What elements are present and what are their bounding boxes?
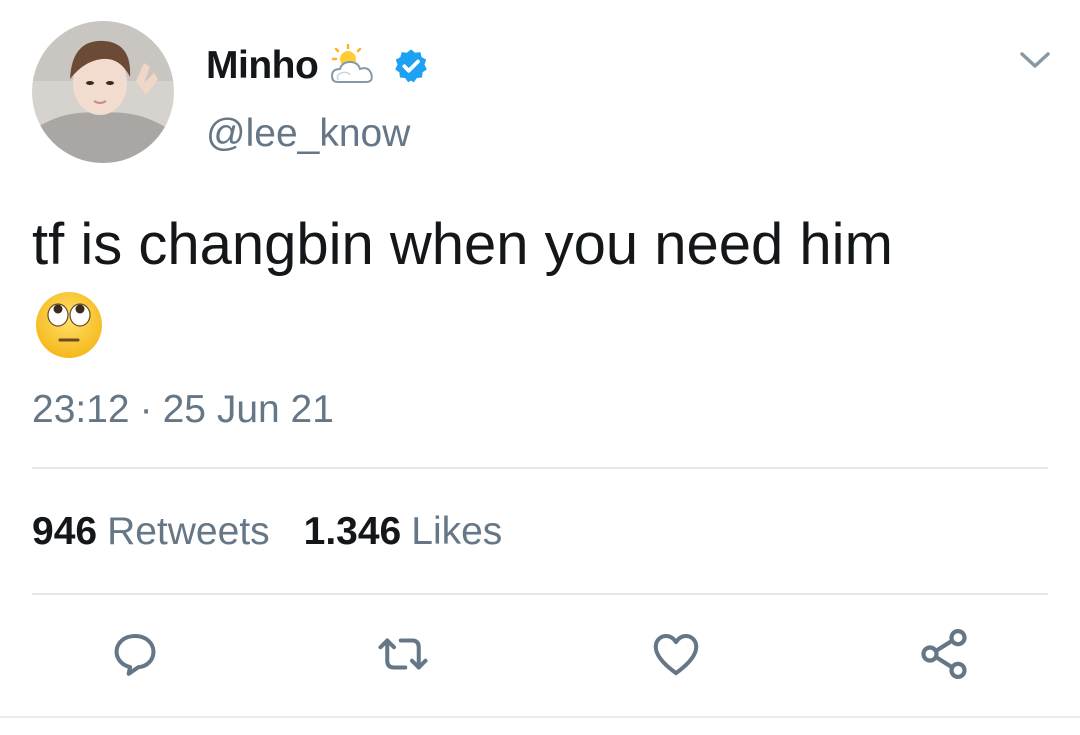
likes-label: Likes	[411, 510, 503, 553]
likes-count: 1.346	[303, 510, 402, 553]
sun-behind-cloud-icon	[328, 44, 376, 88]
likes-stat[interactable]: 1.346 Likes	[304, 510, 503, 554]
divider	[32, 467, 1048, 469]
separator-dot: ·	[139, 388, 153, 431]
like-button[interactable]	[648, 628, 704, 684]
retweets-stat[interactable]: 946 Retweets	[32, 510, 270, 554]
author-name-row[interactable]: Minho	[206, 38, 430, 94]
avatar[interactable]	[32, 21, 174, 163]
share-button[interactable]	[916, 628, 972, 684]
retweets-label: Retweets	[107, 510, 270, 553]
divider	[0, 716, 1080, 718]
retweets-count: 946	[32, 510, 98, 553]
retweet-icon	[373, 627, 433, 686]
verified-badge-icon	[392, 47, 430, 85]
tweet-text: tf is changbin when you need him	[32, 212, 893, 277]
divider	[32, 593, 1048, 595]
share-icon	[916, 626, 972, 687]
tweet-timestamp[interactable]: 23:12 · 25 Jun 21	[32, 388, 334, 432]
display-name[interactable]: Minho	[206, 44, 319, 88]
heart-icon	[649, 627, 703, 686]
reply-icon	[108, 627, 162, 686]
tweet-stats: 946 Retweets 1.346 Likes	[32, 510, 536, 554]
retweet-button[interactable]	[375, 628, 431, 684]
reply-button[interactable]	[107, 628, 163, 684]
author-handle[interactable]: @lee_know	[206, 112, 410, 156]
chevron-down-icon[interactable]	[1018, 48, 1052, 72]
tweet-detail: Minho @lee_know tf is changbin when you …	[0, 0, 1080, 735]
tweet-time: 23:12	[32, 388, 130, 431]
tweet-date: 25 Jun 21	[162, 388, 334, 431]
face-with-rolling-eyes-icon	[34, 290, 104, 365]
